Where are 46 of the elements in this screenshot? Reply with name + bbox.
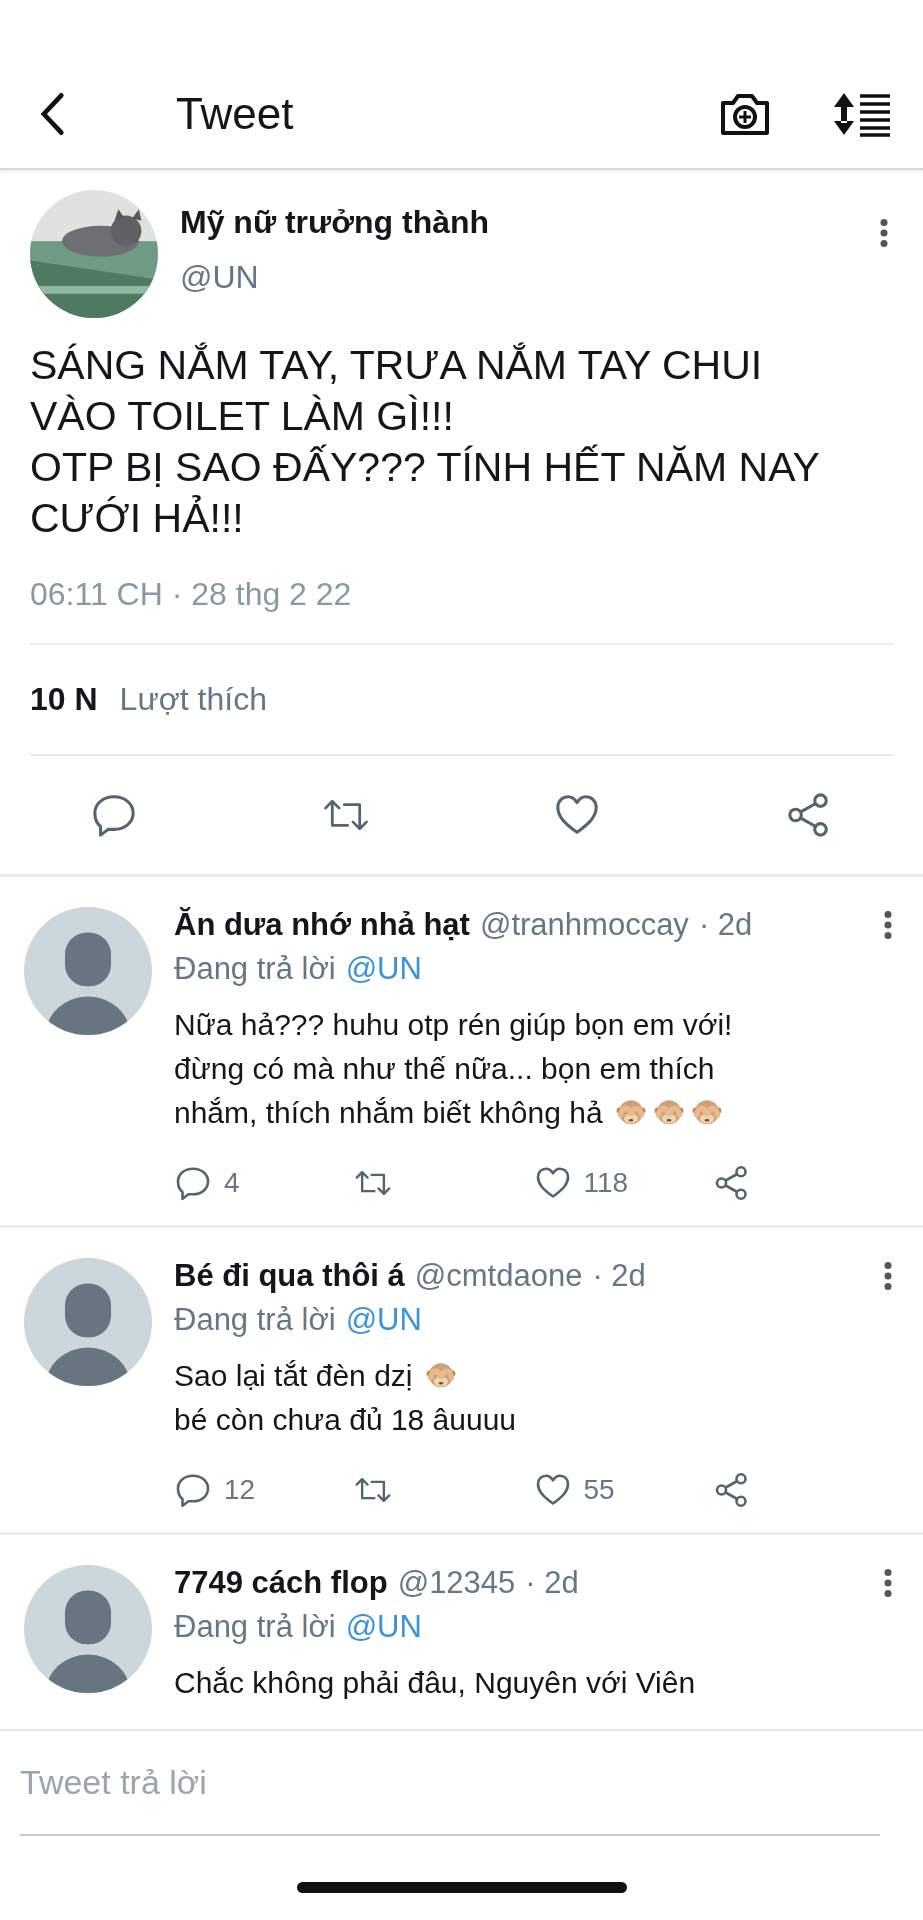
camera-icon[interactable] <box>719 91 771 137</box>
reply-icon[interactable] <box>90 792 138 838</box>
more-icon[interactable] <box>879 218 889 248</box>
replying-to-label: Đang trả lời <box>174 951 336 987</box>
tweet-text-line: SÁNG NẮM TAY, TRƯA NẮM TAY CHUI <box>30 341 764 390</box>
page-title: Tweet <box>176 89 295 139</box>
mention-link[interactable]: @UN <box>345 1609 422 1645</box>
like-count: 55 <box>583 1474 615 1506</box>
tweet-text-line: OTP BỊ SAO ĐẤY??? TÍNH HẾT NĂM NAY <box>30 443 821 492</box>
timestamp: 06:11 CH · 28 thg 2 22 <box>30 576 353 613</box>
reply-text-line: đừng có mà như thế nữa... bọn em thích <box>174 1051 715 1087</box>
replying-to-label: Đang trả lời <box>174 1302 336 1338</box>
more-icon[interactable] <box>883 1568 893 1598</box>
likes-label[interactable]: Lượt thích <box>119 681 267 718</box>
like-count: 118 <box>583 1167 629 1199</box>
reply-text-line: bé còn chưa đủ 18 âuuuu <box>174 1402 517 1438</box>
author-handle: @UN <box>180 259 260 296</box>
tweet-text-line: CƯỚI HẢ!!! <box>30 494 245 543</box>
reply-count: 4 <box>224 1167 240 1199</box>
likes-count: 10 N <box>30 681 98 718</box>
back-icon[interactable] <box>38 90 66 138</box>
reply-icon[interactable] <box>174 1165 212 1201</box>
reply-count: 12 <box>224 1474 256 1506</box>
reply-author-name: 7749 cách flop <box>174 1565 388 1601</box>
mention-link[interactable]: @UN <box>345 951 422 987</box>
reply-text-line: Nữa hả??? huhu otp rén giúp bọn em với! <box>174 1007 733 1043</box>
reply-age: · 2d <box>698 907 753 943</box>
more-icon[interactable] <box>883 910 893 940</box>
replying-to-label: Đang trả lời <box>174 1609 336 1645</box>
reply-icon[interactable] <box>174 1472 212 1508</box>
reply-text-line: nhắm, thích nhắm biết không hả <box>174 1095 603 1131</box>
reply-age: · 2d <box>525 1565 579 1601</box>
mention-link[interactable]: @UN <box>345 1302 422 1338</box>
reply-handle: @cmtdaone <box>414 1258 583 1294</box>
more-icon[interactable] <box>883 1261 893 1291</box>
reply-handle: @12345 <box>397 1565 516 1601</box>
reply-author-name: Ăn dưa nhớ nhả hạt <box>174 907 470 943</box>
reply-age: · 2d <box>592 1258 646 1294</box>
reply-author-name: Bé đi qua thôi á <box>174 1258 405 1294</box>
sort-icon[interactable] <box>831 91 893 137</box>
author-name: Mỹ nữ trưởng thành <box>180 204 491 241</box>
reply-text-line: Chắc không phải đâu, Nguyên với Viên <box>174 1665 696 1701</box>
reply-text-line: Sao lại tắt đèn dzị <box>174 1358 413 1394</box>
tweet-text-line: VÀO TOILET LÀM GÌ!!! <box>30 392 455 441</box>
reply-handle: @tranhmoccay <box>479 907 689 943</box>
home-indicator[interactable] <box>296 1881 627 1893</box>
